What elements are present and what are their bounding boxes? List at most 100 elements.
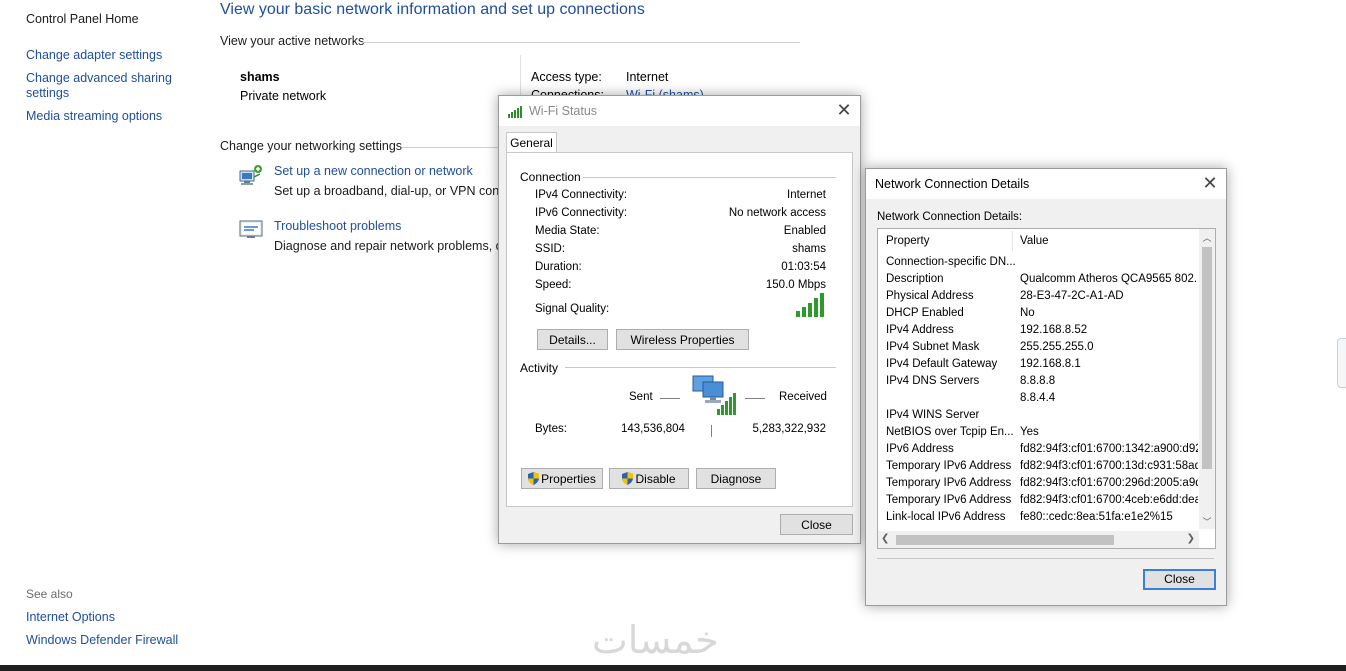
sent-label: Sent bbox=[629, 391, 653, 403]
received-label: Received bbox=[779, 391, 827, 403]
uac-shield-icon bbox=[622, 471, 634, 485]
signal-quality-label: Signal Quality: bbox=[535, 303, 610, 315]
windows-firewall-link[interactable]: Windows Defender Firewall bbox=[26, 633, 178, 647]
media-state-value: Enabled bbox=[783, 225, 826, 237]
property-cell: IPv4 Subnet Mask bbox=[886, 341, 980, 353]
troubleshoot-icon bbox=[239, 219, 263, 241]
property-cell: DHCP Enabled bbox=[886, 307, 964, 319]
media-streaming-link[interactable]: Media streaming options bbox=[26, 109, 162, 123]
speed-label: Speed: bbox=[535, 279, 572, 291]
ssid-label: SSID: bbox=[535, 243, 566, 255]
property-cell: Description bbox=[886, 273, 944, 285]
property-cell: IPv4 Default Gateway bbox=[886, 358, 998, 370]
change-sharing-line2: settings bbox=[26, 86, 70, 100]
see-also-heading: See also bbox=[26, 587, 73, 601]
details-button[interactable]: Details... bbox=[537, 329, 608, 350]
property-cell: IPv4 DNS Servers bbox=[886, 375, 980, 387]
access-type-value: Internet bbox=[626, 70, 669, 84]
wifi-status-dialog: Wi-Fi Status ✕ General Connection IPv4 C… bbox=[498, 95, 861, 544]
close-icon[interactable]: ✕ bbox=[832, 100, 856, 122]
wifi-close-button[interactable]: Close bbox=[780, 514, 853, 535]
disable-button-label: Disable bbox=[635, 472, 676, 486]
details-listview[interactable]: Property Value Connection-specific DN...… bbox=[877, 228, 1216, 549]
wireless-properties-button[interactable]: Wireless Properties bbox=[616, 329, 749, 350]
property-cell: NetBIOS over Tcpip En... bbox=[886, 426, 1014, 438]
value-cell: No bbox=[1020, 307, 1035, 319]
internet-options-link[interactable]: Internet Options bbox=[26, 610, 115, 624]
divider bbox=[711, 425, 712, 437]
change-settings-heading: Change your networking settings bbox=[220, 139, 520, 153]
ipv6-connectivity-value: No network access bbox=[728, 207, 826, 219]
value-cell: fe80::cedc:8ea:51fa:e1e2%15 bbox=[1020, 511, 1173, 523]
change-settings-label: Change your networking settings bbox=[220, 139, 403, 153]
signal-strength-icon bbox=[795, 291, 827, 317]
value-cell: 192.168.8.1 bbox=[1020, 358, 1081, 370]
new-connection-icon bbox=[238, 163, 264, 187]
divider bbox=[583, 177, 836, 178]
column-header-value[interactable]: Value bbox=[1020, 235, 1198, 247]
value-cell: 28-E3-47-2C-A1-AD bbox=[1020, 290, 1124, 302]
properties-button-label: Properties bbox=[541, 472, 596, 486]
setup-connection-desc: Set up a broadband, dial-up, or VPN conn… bbox=[274, 184, 514, 198]
connection-details-dialog: Network Connection Details ✕ Network Con… bbox=[865, 168, 1227, 606]
scroll-down-icon[interactable]: ﹀ bbox=[1199, 515, 1215, 527]
value-cell: fd82:94f3:cf01:6700:13d:c931:58ad:9 bbox=[1020, 460, 1198, 472]
setup-connection-link[interactable]: Set up a new connection or network bbox=[274, 164, 473, 178]
ipv6-connectivity-label: IPv6 Connectivity: bbox=[535, 207, 628, 219]
value-cell: 8.8.8.8 bbox=[1020, 375, 1056, 387]
scroll-left-icon[interactable]: ❮ bbox=[881, 533, 889, 544]
change-sharing-line1: Change advanced sharing bbox=[26, 71, 172, 85]
change-sharing-settings-link[interactable]: Change advanced sharing settings bbox=[26, 71, 172, 100]
network-type-link[interactable]: Private network bbox=[240, 89, 326, 103]
duration-value: 01:03:54 bbox=[781, 261, 826, 273]
control-panel-home-link[interactable]: Control Panel Home bbox=[26, 12, 139, 26]
disable-button[interactable]: Disable bbox=[609, 468, 689, 489]
active-networks-heading: View your active networks bbox=[220, 34, 800, 48]
property-cell: Physical Address bbox=[886, 290, 974, 302]
column-header-property[interactable]: Property bbox=[886, 235, 929, 247]
media-state-label: Media State: bbox=[535, 225, 600, 237]
vertical-scrollbar[interactable]: ︿ ﹀ bbox=[1199, 229, 1215, 529]
ipv4-connectivity-value: Internet bbox=[787, 189, 826, 201]
value-cell: fd82:94f3:cf01:6700:4ceb:e6dd:deac bbox=[1020, 494, 1198, 506]
ipv4-connectivity-label: IPv4 Connectivity: bbox=[535, 189, 628, 201]
properties-button[interactable]: Properties bbox=[521, 468, 603, 489]
scrollbar-thumb[interactable] bbox=[896, 535, 1114, 545]
scroll-right-icon[interactable]: ❯ bbox=[1187, 533, 1195, 544]
tab-panel: Connection IPv4 Connectivity: Internet I… bbox=[506, 152, 853, 507]
connection-group-label: Connection bbox=[520, 170, 581, 184]
property-cell: IPv6 Address bbox=[886, 443, 954, 455]
property-cell: IPv4 Address bbox=[886, 324, 954, 336]
details-close-button[interactable]: Close bbox=[1143, 569, 1216, 590]
dialog-titlebar[interactable]: Network Connection Details ✕ bbox=[866, 169, 1226, 199]
diagnose-button[interactable]: Diagnose bbox=[696, 468, 776, 489]
watermark-logo: خمسات bbox=[592, 618, 719, 662]
scrollbar-thumb[interactable] bbox=[1202, 247, 1212, 469]
value-cell: Yes bbox=[1020, 426, 1039, 438]
dialog-titlebar[interactable]: Wi-Fi Status ✕ bbox=[499, 96, 860, 126]
close-icon[interactable]: ✕ bbox=[1198, 173, 1222, 195]
property-cell: Temporary IPv6 Address bbox=[886, 494, 1012, 506]
troubleshoot-link[interactable]: Troubleshoot problems bbox=[274, 219, 401, 233]
network-activity-icon bbox=[691, 373, 739, 417]
property-cell: IPv4 WINS Server bbox=[886, 409, 980, 421]
value-cell: fd82:94f3:cf01:6700:1342:a900:d924 bbox=[1020, 443, 1198, 455]
divider bbox=[362, 42, 800, 43]
ssid-value: shams bbox=[792, 243, 826, 255]
dialog-title: Wi-Fi Status bbox=[529, 104, 598, 118]
network-name: shams bbox=[240, 70, 280, 84]
uac-shield-icon bbox=[528, 471, 540, 485]
property-cell: Temporary IPv6 Address bbox=[886, 460, 1012, 472]
tab-general[interactable]: General bbox=[506, 132, 557, 153]
wifi-signal-icon bbox=[508, 104, 524, 118]
side-panel-tab[interactable] bbox=[1337, 338, 1346, 388]
details-subtitle: Network Connection Details: bbox=[877, 211, 1023, 223]
troubleshoot-desc: Diagnose and repair network problems, or bbox=[274, 239, 507, 253]
change-adapter-settings-link[interactable]: Change adapter settings bbox=[26, 48, 162, 62]
duration-label: Duration: bbox=[535, 261, 582, 273]
value-cell: 8.8.4.4 bbox=[1020, 392, 1056, 404]
horizontal-scrollbar[interactable]: ❮ ❯ bbox=[878, 531, 1199, 548]
property-cell: Temporary IPv6 Address bbox=[886, 477, 1012, 489]
scroll-up-icon[interactable]: ︿ bbox=[1199, 231, 1215, 243]
bytes-received-value: 5,283,322,932 bbox=[752, 423, 826, 435]
